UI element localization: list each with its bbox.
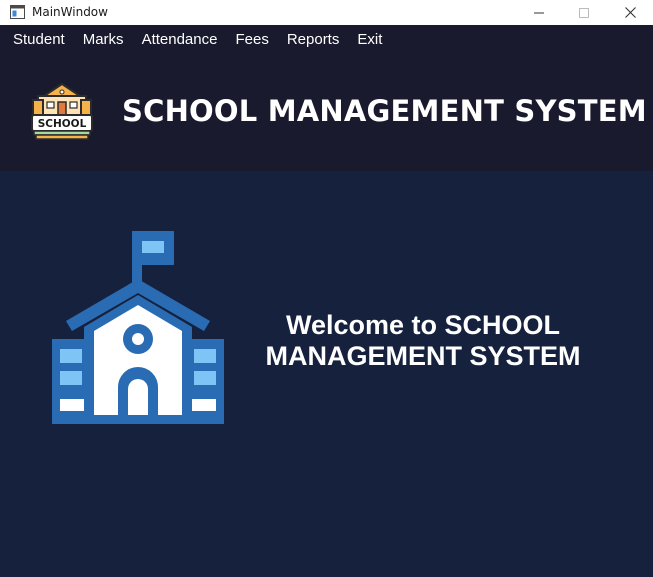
app-header-title: SCHOOL MANAGEMENT SYSTEM <box>122 94 647 128</box>
maximize-button[interactable] <box>561 0 607 25</box>
menu-marks[interactable]: Marks <box>74 25 133 54</box>
school-building-icon <box>52 231 224 424</box>
menu-student[interactable]: Student <box>4 25 74 54</box>
close-button[interactable] <box>607 0 653 25</box>
close-icon <box>624 7 636 18</box>
window-title: MainWindow <box>32 5 108 19</box>
title-bar[interactable]: MainWindow <box>0 0 653 25</box>
app-window-icon <box>10 5 25 19</box>
main-content: Welcome to SCHOOL MANAGEMENT SYSTEM <box>0 171 653 577</box>
minimize-button[interactable] <box>516 0 562 25</box>
logo-text: SCHOOL <box>38 118 87 130</box>
menu-fees[interactable]: Fees <box>226 25 277 54</box>
maximize-icon <box>579 7 589 18</box>
welcome-line-2: MANAGEMENT SYSTEM <box>265 341 581 371</box>
menu-bar: Student Marks Attendance Fees Reports Ex… <box>0 25 653 54</box>
welcome-message: Welcome to SCHOOL MANAGEMENT SYSTEM <box>240 310 606 372</box>
menu-reports[interactable]: Reports <box>278 25 349 54</box>
minimize-icon <box>534 12 544 13</box>
menu-attendance[interactable]: Attendance <box>133 25 227 54</box>
menu-exit[interactable]: Exit <box>348 25 391 54</box>
school-logo-icon: SCHOOL <box>31 83 93 140</box>
header-banner: SCHOOL SCHOOL MANAGEMENT SYSTEM <box>0 54 653 171</box>
main-window: MainWindow Student Marks Attendance Fees… <box>0 0 653 577</box>
welcome-line-1: Welcome to SCHOOL <box>285 310 561 340</box>
